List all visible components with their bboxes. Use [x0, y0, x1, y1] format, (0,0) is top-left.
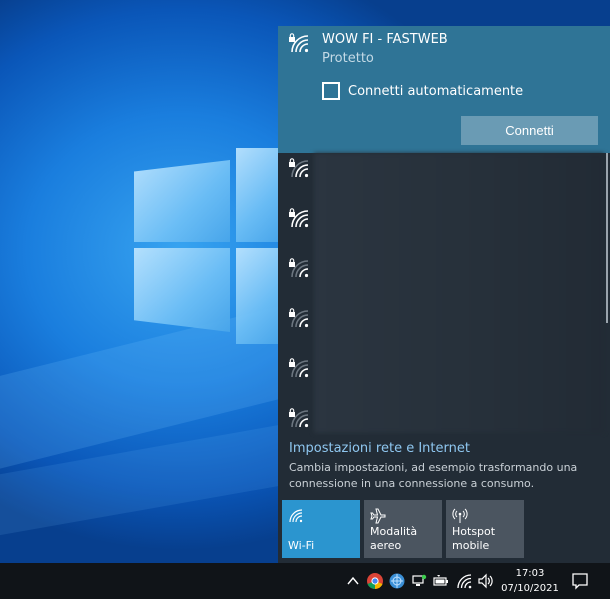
battery-icon[interactable]: [432, 572, 450, 590]
network-status: Protetto: [322, 51, 374, 66]
network-list-scrollbar[interactable]: [606, 153, 608, 323]
wifi-icon: [288, 508, 304, 524]
mobile-hotspot-tile[interactable]: Hotspot mobile: [446, 500, 524, 558]
hotspot-tile-label: Hotspot mobile: [452, 525, 496, 552]
clock-date: 07/10/2021: [501, 583, 559, 594]
chrome-icon[interactable]: [366, 572, 384, 590]
selected-network-panel[interactable]: WOW FI - FASTWEB Protetto Connetti autom…: [278, 26, 610, 153]
hotspot-icon: [452, 508, 468, 524]
wifi-secured-icon: [288, 32, 310, 54]
wifi-secured-icon[interactable]: [288, 357, 314, 383]
wifi-toggle-tile[interactable]: Wi-Fi: [282, 500, 360, 558]
browser-icon[interactable]: [388, 572, 406, 590]
airplane-icon: [370, 508, 386, 524]
logo-pane: [134, 160, 230, 242]
clock-time: 17:03: [515, 568, 545, 579]
logo-pane: [236, 248, 282, 344]
wifi-secured-icon[interactable]: [288, 407, 314, 433]
volume-icon[interactable]: [477, 572, 495, 590]
wifi-tile-label: Wi-Fi: [288, 539, 315, 552]
network-settings-description: Cambia impostazioni, ad esempio trasform…: [289, 461, 578, 490]
network-flyout: WOW FI - FASTWEB Protetto Connetti autom…: [278, 26, 610, 563]
chevron-up-icon[interactable]: [344, 572, 362, 590]
wifi-icon[interactable]: [455, 572, 473, 590]
wifi-secured-icon[interactable]: [288, 307, 314, 333]
auto-connect-checkbox[interactable]: [322, 82, 340, 100]
network-name: WOW FI - FASTWEB: [322, 32, 448, 47]
logo-pane: [134, 248, 230, 332]
wifi-secured-icon[interactable]: [288, 157, 314, 183]
system-clock[interactable]: 17:03 07/10/2021: [500, 566, 560, 596]
logo-pane: [236, 148, 282, 242]
auto-connect-label: Connetti automaticamente: [348, 83, 524, 99]
connect-button[interactable]: Connetti: [461, 116, 598, 145]
airplane-mode-tile[interactable]: Modalità aereo: [364, 500, 442, 558]
wifi-secured-icon[interactable]: [288, 207, 314, 233]
wifi-secured-icon[interactable]: [288, 257, 314, 283]
airplane-tile-label: Modalità aereo: [370, 525, 418, 552]
taskbar: 17:03 07/10/2021: [0, 563, 610, 599]
network-device-icon[interactable]: [410, 572, 428, 590]
network-list: [278, 153, 610, 433]
action-center-icon[interactable]: [570, 571, 590, 591]
windows-logo: [134, 148, 284, 348]
auto-connect-row[interactable]: Connetti automaticamente: [322, 81, 523, 101]
network-settings-link[interactable]: Impostazioni rete e Internet: [289, 441, 470, 456]
